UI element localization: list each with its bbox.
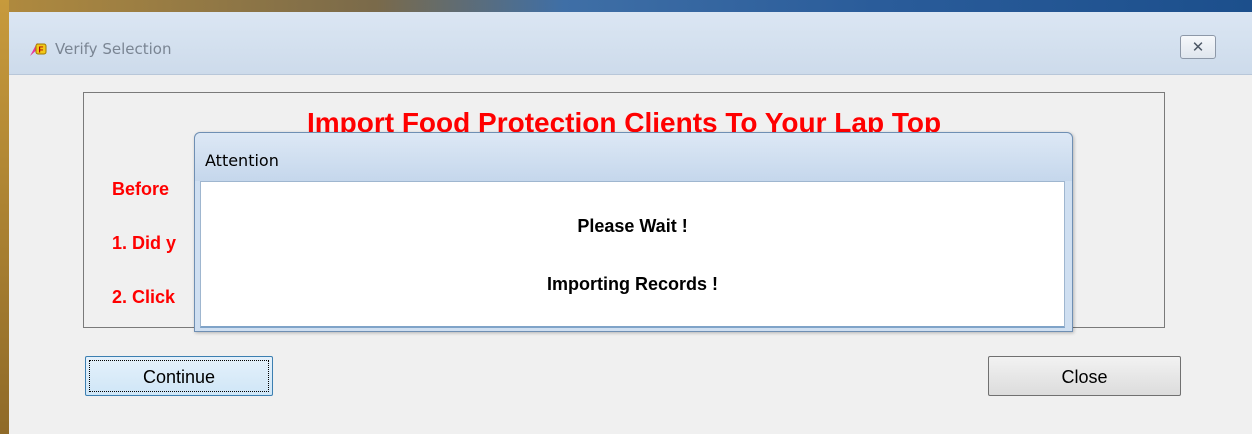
instruction-line-1: 1. Did y [112,233,177,253]
instruction-line-before: Before [112,179,170,199]
please-wait-message: Please Wait ! [577,216,688,236]
dialog-title: Attention [205,151,279,170]
close-window-button[interactable]: ✕ [1180,35,1216,59]
focus-rectangle [89,360,269,392]
desktop-edge [0,0,9,434]
window-title: Verify Selection [55,40,172,58]
instruction-line-2: 2. Click [112,287,176,307]
window-titlebar[interactable]: F Verify Selection ✕ [9,12,1252,75]
attention-dialog: Attention Please Wait ! Importing Record… [194,132,1073,332]
desktop-background [0,0,1252,12]
dialog-body: Please Wait ! Importing Records ! [200,181,1065,328]
importing-records-message: Importing Records ! [546,274,718,294]
app-logo-icon: F [30,43,47,56]
dialog-titlebar[interactable] [195,133,1072,181]
svg-text:F: F [39,46,44,55]
close-button[interactable]: Close [988,356,1181,396]
continue-button[interactable]: Continue [85,356,273,396]
